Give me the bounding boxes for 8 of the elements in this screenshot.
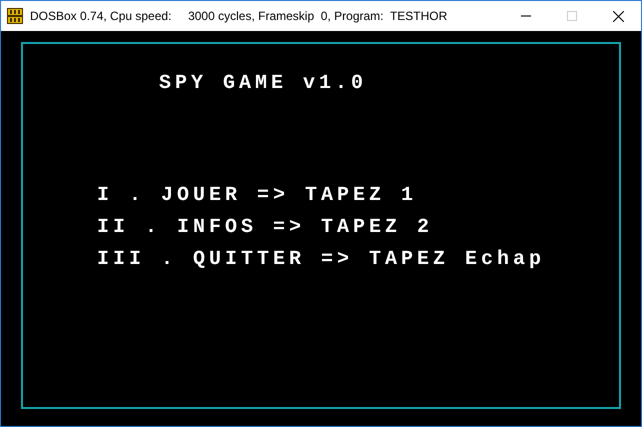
menu-option: III . QUITTER => TAPEZ Echap: [97, 244, 619, 276]
maximize-icon: [567, 11, 577, 21]
close-icon: [612, 10, 624, 22]
window-title: DOSBox 0.74, Cpu speed: 3000 cycles, Frameskip 0, Program: TESTHOR: [30, 9, 448, 23]
app-icon: [7, 8, 23, 24]
game-title: SPY GAME v1.0: [159, 71, 368, 97]
menu-option: I . JOUER => TAPEZ 1: [97, 180, 619, 212]
menu-option: II . INFOS => TAPEZ 2: [97, 212, 619, 244]
